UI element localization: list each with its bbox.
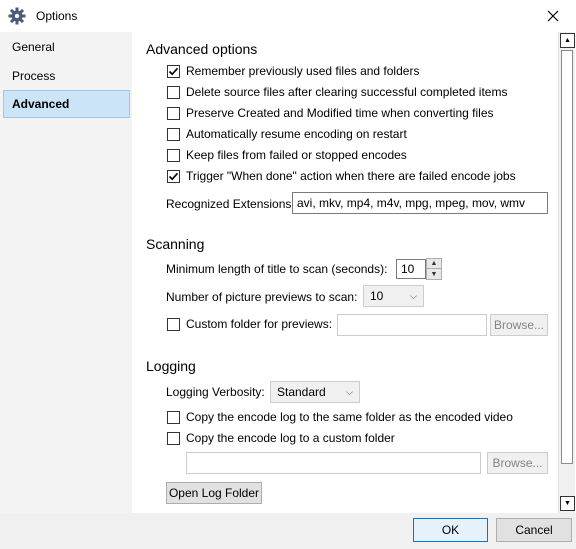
resume-encoding-label: Automatically resume encoding on restart	[186, 127, 407, 141]
previews-dropdown[interactable]: 10 ⌵	[363, 285, 424, 307]
previews-label: Number of picture previews to scan:	[166, 290, 358, 304]
chevron-down-icon: ⌵	[346, 387, 353, 397]
previews-browse-button[interactable]: Browse...	[490, 314, 548, 336]
sidebar-item-process[interactable]: Process	[3, 62, 130, 90]
title-bar: Options	[0, 0, 576, 32]
copy-log-same-option[interactable]: Copy the encode log to the same folder a…	[167, 409, 513, 425]
scroll-up-icon[interactable]: ▲	[560, 33, 575, 48]
spin-up-icon[interactable]: ▲	[427, 259, 441, 269]
copy-log-custom-checkbox[interactable]	[167, 431, 180, 445]
copy-log-same-checkbox[interactable]	[167, 410, 180, 424]
extensions-label: Recognized Extensions:	[166, 197, 295, 211]
keep-failed-option[interactable]: Keep files from failed or stopped encode…	[167, 147, 407, 163]
verbosity-label: Logging Verbosity:	[166, 385, 265, 399]
close-button[interactable]	[530, 0, 576, 32]
delete-source-option[interactable]: Delete source files after clearing succe…	[167, 84, 507, 100]
scanning-heading: Scanning	[146, 236, 205, 252]
remember-files-label: Remember previously used files and folde…	[186, 64, 420, 78]
custom-folder-input[interactable]	[337, 314, 487, 336]
chevron-down-icon: ⌵	[410, 291, 417, 301]
preserve-time-checkbox[interactable]	[167, 106, 180, 120]
custom-folder-checkbox[interactable]	[167, 317, 180, 331]
sidebar-item-general[interactable]: General	[3, 33, 130, 61]
logging-heading: Logging	[146, 358, 196, 374]
min-length-label: Minimum length of title to scan (seconds…	[166, 262, 388, 276]
copy-log-custom-option[interactable]: Copy the encode log to a custom folder	[167, 430, 395, 446]
copy-log-same-label: Copy the encode log to the same folder a…	[186, 410, 513, 424]
scrollbar-thumb[interactable]	[561, 50, 573, 464]
dialog-footer: OK Cancel	[0, 513, 576, 549]
close-icon	[547, 10, 559, 22]
keep-failed-checkbox[interactable]	[167, 148, 180, 162]
sidebar-item-advanced[interactable]: Advanced	[3, 90, 130, 118]
ok-button[interactable]: OK	[413, 518, 488, 542]
previews-value: 10	[370, 289, 384, 303]
trigger-when-done-checkbox[interactable]	[167, 169, 180, 183]
remember-files-option[interactable]: Remember previously used files and folde…	[167, 63, 419, 79]
keep-failed-label: Keep files from failed or stopped encode…	[186, 148, 407, 162]
sidebar: General Process Advanced	[0, 32, 132, 513]
min-length-input[interactable]: 10	[396, 259, 426, 279]
min-length-spinner[interactable]: ▲ ▼	[426, 258, 442, 280]
advanced-options-heading: Advanced options	[146, 41, 258, 57]
open-log-folder-button[interactable]: Open Log Folder	[166, 482, 262, 504]
delete-source-checkbox[interactable]	[167, 85, 180, 99]
custom-folder-option[interactable]: Custom folder for previews:	[167, 316, 332, 332]
vertical-scrollbar[interactable]: ▲ ▼	[558, 32, 575, 513]
verbosity-value: Standard	[277, 385, 326, 399]
preserve-time-label: Preserve Created and Modified time when …	[186, 106, 494, 120]
log-browse-button[interactable]: Browse...	[487, 452, 548, 474]
verbosity-dropdown[interactable]: Standard ⌵	[270, 381, 360, 403]
cancel-button[interactable]: Cancel	[496, 518, 572, 542]
window-title: Options	[36, 9, 78, 23]
trigger-when-done-label: Trigger "When done" action when there ar…	[186, 169, 516, 183]
custom-folder-label: Custom folder for previews:	[186, 317, 333, 331]
gear-icon	[8, 7, 26, 25]
extensions-input[interactable]: avi, mkv, mp4, m4v, mpg, mpeg, mov, wmv	[292, 192, 548, 214]
remember-files-checkbox[interactable]	[167, 64, 180, 78]
copy-log-custom-label: Copy the encode log to a custom folder	[186, 431, 395, 445]
resume-encoding-option[interactable]: Automatically resume encoding on restart	[167, 126, 407, 142]
options-panel: Advanced options Remember previously use…	[132, 32, 558, 513]
delete-source-label: Delete source files after clearing succe…	[186, 85, 508, 99]
spin-down-icon[interactable]: ▼	[427, 269, 441, 279]
log-folder-input[interactable]	[186, 452, 481, 474]
scroll-down-icon[interactable]: ▼	[560, 496, 575, 511]
preserve-time-option[interactable]: Preserve Created and Modified time when …	[167, 105, 494, 121]
resume-encoding-checkbox[interactable]	[167, 127, 180, 141]
trigger-when-done-option[interactable]: Trigger "When done" action when there ar…	[167, 168, 516, 184]
